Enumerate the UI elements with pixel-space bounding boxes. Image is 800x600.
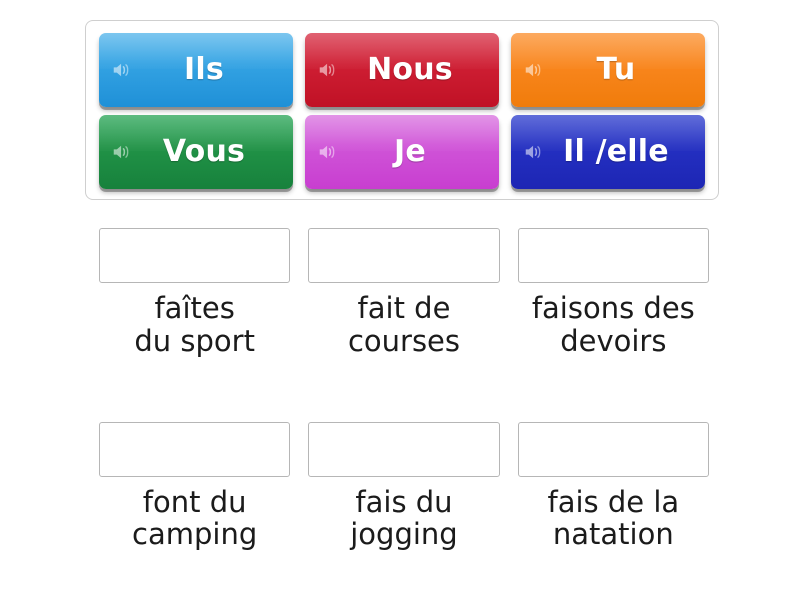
drop-zone[interactable]	[517, 228, 709, 283]
draggable-tile-tu[interactable]: Tu	[510, 33, 705, 107]
tile-label: Il /elle	[563, 134, 669, 169]
speaker-icon[interactable]	[523, 59, 545, 81]
draggable-tile-tray: Ils Nous Tu Vous Je Il /elle	[85, 20, 719, 200]
speaker-icon[interactable]	[523, 141, 545, 163]
answer-label: faisons des devoirs	[531, 291, 695, 358]
draggable-tile-vous[interactable]: Vous	[99, 115, 293, 189]
answer-cell: faisons des devoirs	[509, 222, 718, 358]
tile-slot: Il /elle	[505, 111, 711, 193]
drop-zone[interactable]	[99, 421, 291, 477]
draggable-tile-je[interactable]: Je	[304, 115, 499, 189]
tile-slot: Vous	[93, 111, 299, 193]
answer-label: faîtes du sport	[134, 291, 255, 358]
tile-label: Nous	[367, 52, 453, 87]
drop-zone[interactable]	[308, 421, 500, 477]
speaker-icon[interactable]	[317, 59, 339, 81]
tile-label: Ils	[184, 52, 224, 87]
drop-zone[interactable]	[99, 228, 291, 283]
answer-grid: faîtes du sport fait de courses faisons …	[90, 222, 718, 551]
draggable-tile-il-elle[interactable]: Il /elle	[510, 115, 705, 189]
answer-label: font du camping	[132, 484, 258, 552]
answer-label: fais du jogging	[350, 484, 458, 552]
tile-slot: Tu	[505, 29, 711, 111]
tile-label: Vous	[162, 134, 246, 169]
draggable-tile-nous[interactable]: Nous	[304, 33, 499, 107]
row-spacer	[90, 358, 718, 416]
tile-slot: Je	[299, 111, 505, 193]
answer-label: fait de courses	[347, 291, 461, 358]
draggable-tile-ils[interactable]: Ils	[99, 33, 293, 107]
answer-cell: font du camping	[90, 416, 299, 552]
answer-label: fais de la natation	[547, 484, 680, 552]
answer-cell: faîtes du sport	[90, 222, 299, 358]
tile-slot: Nous	[299, 29, 505, 111]
speaker-icon[interactable]	[111, 141, 133, 163]
answer-cell: fais de la natation	[509, 416, 718, 552]
drop-zone[interactable]	[308, 228, 500, 283]
tile-label: Tu	[596, 52, 636, 87]
drop-zone[interactable]	[517, 421, 709, 477]
tile-label: Je	[394, 134, 426, 169]
speaker-icon[interactable]	[317, 141, 339, 163]
tile-slot: Ils	[93, 29, 299, 111]
speaker-icon[interactable]	[111, 59, 133, 81]
answer-cell: fais du jogging	[299, 416, 508, 552]
answer-cell: fait de courses	[299, 222, 508, 358]
